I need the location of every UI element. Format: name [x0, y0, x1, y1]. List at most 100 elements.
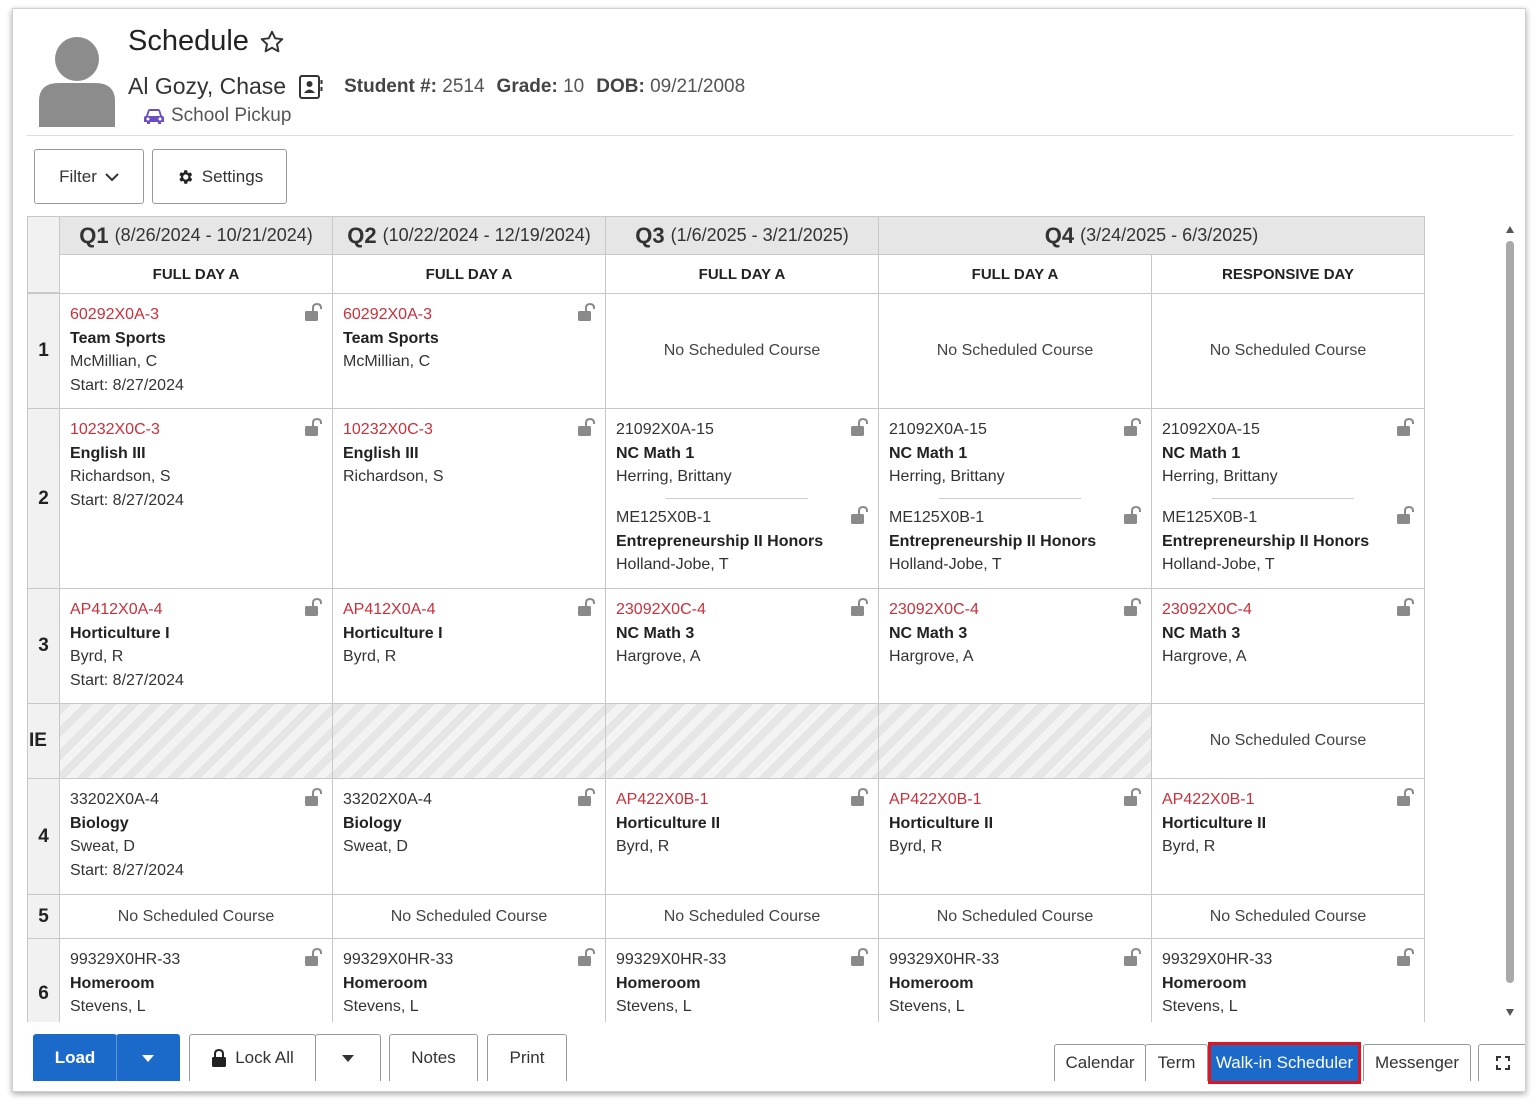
- unlock-icon[interactable]: [1123, 505, 1143, 524]
- course-entry[interactable]: 99329X0HR-33HomeroomStevens, LStart: 8/2…: [70, 948, 184, 1022]
- course-entry[interactable]: 60292X0A-3 Team Sports McMillian, C Start: …: [70, 303, 184, 397]
- course-entry[interactable]: AP412X0A-4 Horticulture I Byrd, R Start: 8/…: [70, 598, 184, 692]
- course-code[interactable]: 99329X0HR-33: [70, 948, 184, 972]
- course-entry[interactable]: AP422X0B-1 Horticulture II Byrd, R: [1162, 788, 1266, 859]
- course-code[interactable]: ME125X0B-1: [889, 506, 1096, 530]
- load-button[interactable]: Load: [33, 1034, 117, 1081]
- walk-in-scheduler-button[interactable]: Walk-in Scheduler: [1208, 1042, 1361, 1084]
- course-teacher: Hargrove, A: [889, 648, 974, 665]
- course-entry[interactable]: 33202X0A-4 Biology Sweat, D: [343, 788, 432, 859]
- course-code[interactable]: 60292X0A-3: [70, 303, 184, 327]
- schedule-cell: 10232X0C-3 English III Richardson, S Start:…: [59, 408, 333, 589]
- course-code[interactable]: AP422X0B-1: [889, 788, 993, 812]
- no-course-cell: No Scheduled Course: [1151, 703, 1425, 779]
- unlock-icon[interactable]: [304, 787, 324, 806]
- course-code[interactable]: 23092X0C-4: [616, 598, 706, 622]
- unlock-icon[interactable]: [577, 417, 597, 436]
- unlock-icon[interactable]: [850, 417, 870, 436]
- schedule-cell: 99329X0HR-33 Homeroom Stevens, L: [1151, 938, 1425, 1022]
- course-entry[interactable]: 10232X0C-3 English III Richardson, S: [343, 418, 444, 489]
- course-entry[interactable]: 99329X0HR-33 Homeroom Stevens, L: [343, 948, 453, 1019]
- course-code[interactable]: 10232X0C-3: [343, 418, 444, 442]
- load-dropdown-button[interactable]: [116, 1034, 180, 1081]
- lock-all-dropdown-button[interactable]: [315, 1034, 381, 1081]
- course-entry[interactable]: ME125X0B-1 Entrepreneurship II Honors Holl…: [889, 506, 1096, 577]
- unlock-icon[interactable]: [1396, 505, 1416, 524]
- course-entry[interactable]: 99329X0HR-33 Homeroom Stevens, L: [889, 948, 999, 1019]
- unlock-icon[interactable]: [304, 417, 324, 436]
- unlock-icon[interactable]: [850, 597, 870, 616]
- course-name: English III: [70, 444, 146, 462]
- course-code[interactable]: AP412X0A-4: [343, 598, 443, 622]
- course-code[interactable]: 99329X0HR-33: [616, 948, 726, 972]
- unlock-icon[interactable]: [1123, 947, 1143, 966]
- course-code[interactable]: 99329X0HR-33: [889, 948, 999, 972]
- course-code[interactable]: 99329X0HR-33: [343, 948, 453, 972]
- unlock-icon[interactable]: [1123, 597, 1143, 616]
- term-button[interactable]: Term: [1145, 1044, 1208, 1081]
- unlock-icon[interactable]: [577, 597, 597, 616]
- course-entry[interactable]: 10232X0C-3 English III Richardson, S Start:…: [70, 418, 184, 512]
- course-entry[interactable]: 21092X0A-15 NC Math 1 Herring, Brittany: [889, 418, 1005, 489]
- calendar-button[interactable]: Calendar: [1054, 1044, 1146, 1081]
- unlock-icon[interactable]: [1396, 597, 1416, 616]
- fullscreen-button[interactable]: [1478, 1044, 1525, 1081]
- course-entry[interactable]: 21092X0A-15 NC Math 1 Herring, Brittany: [616, 418, 732, 489]
- course-divider: [939, 498, 1081, 499]
- student-dob: DOB: 09/21/2008: [596, 75, 746, 97]
- course-code[interactable]: 21092X0A-15: [889, 418, 1005, 442]
- unlock-icon[interactable]: [577, 947, 597, 966]
- unlock-icon[interactable]: [850, 947, 870, 966]
- course-entry[interactable]: 60292X0A-3 Team Sports McMillian, C: [343, 303, 439, 374]
- messenger-button[interactable]: Messenger: [1363, 1044, 1471, 1081]
- course-code[interactable]: 23092X0C-4: [1162, 598, 1252, 622]
- course-teacher: Byrd, R: [889, 838, 943, 855]
- course-code[interactable]: 23092X0C-4: [889, 598, 979, 622]
- course-entry[interactable]: 21092X0A-15 NC Math 1 Herring, Brittany: [1162, 418, 1278, 489]
- course-entry[interactable]: ME125X0B-1 Entrepreneurship II Honors Holl…: [1162, 506, 1369, 577]
- contact-card-icon[interactable]: [298, 74, 324, 100]
- course-entry[interactable]: AP422X0B-1 Horticulture II Byrd, R: [889, 788, 993, 859]
- course-entry[interactable]: 99329X0HR-33 Homeroom Stevens, L: [616, 948, 726, 1019]
- course-entry[interactable]: 99329X0HR-33 Homeroom Stevens, L: [1162, 948, 1272, 1019]
- course-code[interactable]: 21092X0A-15: [1162, 418, 1278, 442]
- lock-all-button[interactable]: Lock All: [189, 1034, 316, 1081]
- unlock-icon[interactable]: [850, 787, 870, 806]
- print-button[interactable]: Print: [487, 1034, 567, 1081]
- notes-button[interactable]: Notes: [389, 1034, 478, 1081]
- course-code[interactable]: AP422X0B-1: [616, 788, 720, 812]
- course-code[interactable]: ME125X0B-1: [1162, 506, 1369, 530]
- course-code[interactable]: 99329X0HR-33: [1162, 948, 1272, 972]
- unlock-icon[interactable]: [304, 302, 324, 321]
- course-code[interactable]: 33202X0A-4: [343, 788, 432, 812]
- course-entry[interactable]: AP412X0A-4 Horticulture I Byrd, R: [343, 598, 443, 669]
- unlock-icon[interactable]: [1123, 787, 1143, 806]
- unlock-icon[interactable]: [1123, 417, 1143, 436]
- unlock-icon[interactable]: [304, 947, 324, 966]
- course-entry[interactable]: 23092X0C-4 NC Math 3 Hargrove, A: [889, 598, 979, 669]
- filter-button[interactable]: Filter: [34, 149, 144, 204]
- course-entry[interactable]: 23092X0C-4 NC Math 3 Hargrove, A: [616, 598, 706, 669]
- settings-button[interactable]: Settings: [152, 149, 287, 204]
- course-entry[interactable]: 33202X0A-4 Biology Sweat, D Start: 8/27/202…: [70, 788, 184, 882]
- course-code[interactable]: AP422X0B-1: [1162, 788, 1266, 812]
- unlock-icon[interactable]: [304, 597, 324, 616]
- course-code[interactable]: ME125X0B-1: [616, 506, 823, 530]
- unlock-icon[interactable]: [577, 787, 597, 806]
- course-code[interactable]: AP412X0A-4: [70, 598, 184, 622]
- course-entry[interactable]: ME125X0B-1 Entrepreneurship II Honors Holl…: [616, 506, 823, 577]
- course-code[interactable]: 21092X0A-15: [616, 418, 732, 442]
- course-entry[interactable]: 23092X0C-4 NC Math 3 Hargrove, A: [1162, 598, 1252, 669]
- unlock-icon[interactable]: [577, 302, 597, 321]
- term-name: Q4: [1044, 222, 1075, 248]
- unlock-icon[interactable]: [850, 505, 870, 524]
- course-entry[interactable]: AP422X0B-1 Horticulture II Byrd, R: [616, 788, 720, 859]
- unlock-icon[interactable]: [1396, 417, 1416, 436]
- course-code[interactable]: 33202X0A-4: [70, 788, 184, 812]
- vertical-scrollbar[interactable]: [1503, 221, 1517, 1021]
- unlock-icon[interactable]: [1396, 787, 1416, 806]
- star-icon[interactable]: [259, 29, 285, 55]
- course-code[interactable]: 10232X0C-3: [70, 418, 184, 442]
- course-code[interactable]: 60292X0A-3: [343, 303, 439, 327]
- unlock-icon[interactable]: [1396, 947, 1416, 966]
